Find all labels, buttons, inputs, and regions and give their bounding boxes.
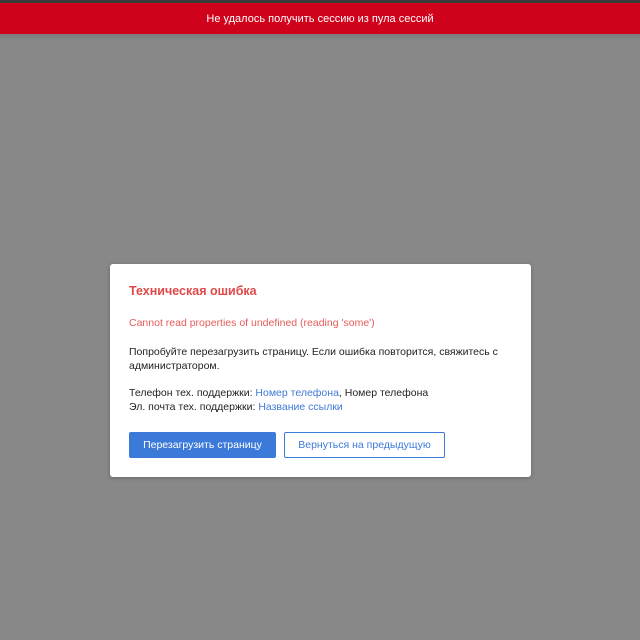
phone-suffix: , Номер телефона [338,387,429,399]
error-banner: Не удалось получить сессию из пула сесси… [0,3,640,34]
dialog-title: Техническая ошибка [129,284,257,298]
hint-text: Попробуйте перезагрузить страницу. Если … [129,346,498,372]
phone-row: Телефон тех. поддержки: Номер телефона, … [129,386,512,400]
support-contacts: Телефон тех. поддержки: Номер телефона, … [129,386,512,414]
page-overlay: Не удалось получить сессию из пула сесси… [0,0,640,640]
email-row: Эл. почта тех. поддержки: Название ссылк… [129,400,512,414]
phone-link[interactable]: Номер телефона [255,387,339,399]
error-dialog: Техническая ошибка Cannot read propertie… [110,264,531,477]
banner-shadow [0,34,640,40]
error-message: Cannot read properties of undefined (rea… [129,317,375,329]
phone-label: Телефон тех. поддержки: [129,387,256,399]
dialog-actions: Перезагрузить страницу Вернуться на пред… [129,432,445,458]
reload-page-button[interactable]: Перезагрузить страницу [129,432,276,458]
email-link[interactable]: Название ссылки [258,401,342,413]
error-banner-message: Не удалось получить сессию из пула сесси… [206,12,434,25]
go-back-button[interactable]: Вернуться на предыдущую [284,432,445,458]
email-label: Эл. почта тех. поддержки: [129,401,259,413]
